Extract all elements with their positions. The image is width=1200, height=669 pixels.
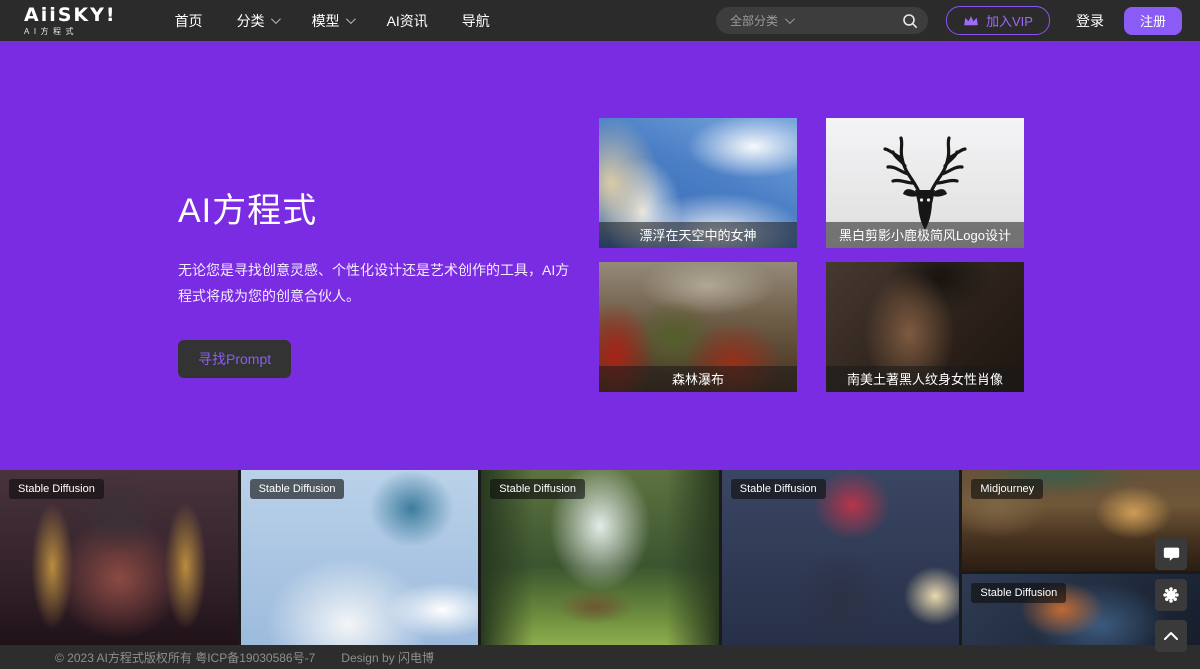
footer: © 2023 AI方程式版权所有 粤ICP备19030586号-7 Design…	[0, 645, 1200, 669]
find-prompt-button[interactable]: 寻找Prompt	[178, 340, 291, 378]
design-credit-link[interactable]: 闪电博	[398, 651, 434, 665]
search-category-dropdown[interactable]: 全部分类	[730, 12, 792, 29]
top-navigation-bar: AiiSKY! AI方程式 首页 分类 模型 AI资讯 导航	[0, 0, 1200, 41]
gear-icon	[1162, 586, 1180, 604]
model-badge: Stable Diffusion	[9, 479, 104, 499]
search-input[interactable]	[798, 14, 896, 28]
gallery-item-throne-girl[interactable]: Stable Diffusion	[0, 470, 238, 645]
design-credit-prefix: Design by	[341, 651, 398, 665]
featured-card-caption: 森林瀑布	[599, 366, 797, 392]
featured-card-forest-waterfall[interactable]: 森林瀑布	[599, 262, 797, 392]
nav-item-navigation[interactable]: 导航	[462, 11, 490, 31]
chevron-down-icon	[785, 14, 795, 24]
nav-item-home[interactable]: 首页	[175, 11, 203, 31]
hero-featured-grid: 漂浮在天空中的女神 黑白剪影小鹿极简风Logo设计 森林瀑布	[599, 118, 1024, 392]
bottom-gallery: Stable Diffusion Stable Diffusion Stable…	[0, 470, 1200, 645]
search-button[interactable]	[902, 13, 918, 29]
chevron-up-icon	[1163, 631, 1179, 641]
hero-description: 无论您是寻找创意灵感、个性化设计还是艺术创作的工具，AI方程式将成为您的创意合伙…	[178, 258, 580, 310]
nav-label: 首页	[175, 11, 203, 31]
featured-card-tattoo-portrait[interactable]: 南美土著黑人纹身女性肖像	[826, 262, 1024, 392]
gallery-item-red-hair-girl[interactable]: Stable Diffusion	[722, 470, 960, 645]
floating-action-column	[1155, 538, 1187, 652]
featured-card-caption: 漂浮在天空中的女神	[599, 222, 797, 248]
logo-text: AiiSKY!	[24, 6, 117, 25]
page-title: AI方程式	[178, 183, 580, 232]
main-nav: 首页 分类 模型 AI资讯 导航	[175, 11, 490, 31]
nav-item-models[interactable]: 模型	[312, 11, 353, 31]
featured-card-sky-goddess[interactable]: 漂浮在天空中的女神	[599, 118, 797, 248]
nav-label: 模型	[312, 11, 340, 31]
gallery-item-blue-hair-girl[interactable]: Stable Diffusion	[241, 470, 479, 645]
crown-icon	[963, 14, 979, 27]
nav-item-categories[interactable]: 分类	[237, 11, 278, 31]
design-credit: Design by 闪电博	[341, 649, 434, 666]
chevron-down-icon	[271, 14, 281, 24]
copyright-text: © 2023 AI方程式版权所有 粤ICP备19030586号-7	[55, 649, 315, 666]
feedback-chat-button[interactable]	[1155, 538, 1187, 570]
featured-card-caption: 南美土著黑人纹身女性肖像	[826, 366, 1024, 392]
model-badge: Stable Diffusion	[250, 479, 345, 499]
logo-subtext: AI方程式	[24, 28, 117, 36]
model-badge: Midjourney	[971, 479, 1043, 499]
speech-bubble-icon	[1163, 546, 1180, 562]
deer-silhouette-graphic	[875, 130, 975, 236]
back-to-top-button[interactable]	[1155, 620, 1187, 652]
search-bar: 全部分类	[716, 7, 928, 34]
nav-label: 分类	[237, 11, 265, 31]
search-category-label: 全部分类	[730, 12, 778, 29]
hero-section: AI方程式 无论您是寻找创意灵感、个性化设计还是艺术创作的工具，AI方程式将成为…	[0, 41, 1200, 470]
model-badge: Stable Diffusion	[490, 479, 585, 499]
join-vip-label: 加入VIP	[986, 11, 1033, 30]
page-root: AiiSKY! AI方程式 首页 分类 模型 AI资讯 导航	[0, 0, 1200, 669]
search-icon	[902, 13, 918, 29]
gallery-item-forest-village[interactable]: Stable Diffusion	[481, 470, 719, 645]
nav-item-ai-news[interactable]: AI资讯	[387, 11, 428, 31]
model-badge: Stable Diffusion	[971, 583, 1066, 603]
settings-button[interactable]	[1155, 579, 1187, 611]
nav-label: AI资讯	[387, 11, 428, 31]
featured-card-deer-logo[interactable]: 黑白剪影小鹿极简风Logo设计	[826, 118, 1024, 248]
login-link[interactable]: 登录	[1076, 11, 1104, 31]
featured-card-caption: 黑白剪影小鹿极简风Logo设计	[826, 222, 1024, 248]
join-vip-button[interactable]: 加入VIP	[946, 6, 1050, 35]
model-badge: Stable Diffusion	[731, 479, 826, 499]
hero-text-block: AI方程式 无论您是寻找创意灵感、个性化设计还是艺术创作的工具，AI方程式将成为…	[178, 183, 580, 378]
chevron-down-icon	[346, 14, 356, 24]
nav-label: 导航	[462, 11, 490, 31]
register-button[interactable]: 注册	[1124, 7, 1182, 35]
site-logo[interactable]: AiiSKY! AI方程式	[24, 6, 117, 36]
